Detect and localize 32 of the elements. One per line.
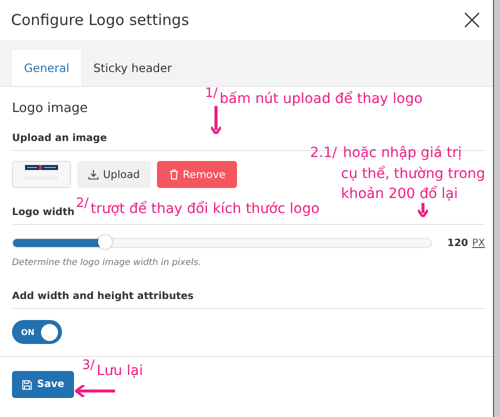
- upload-button[interactable]: Upload: [77, 161, 151, 188]
- close-icon[interactable]: [463, 11, 481, 29]
- toggle-switch[interactable]: ON: [12, 320, 62, 344]
- help-text: Determine the logo image width in pixels.: [12, 258, 202, 268]
- tab[interactable]: General: [12, 50, 82, 86]
- field-label: Add width and height attributes: [12, 291, 194, 302]
- save-button[interactable]: Save: [12, 371, 74, 398]
- annotation-arrow: [75, 385, 115, 397]
- annotation-text: hoặc nhập giá trị: [342, 144, 462, 163]
- remove-button[interactable]: Remove: [156, 161, 238, 188]
- field-label: Logo width: [12, 207, 74, 218]
- annotation-number: 2/: [76, 196, 89, 211]
- unit-link[interactable]: PX: [472, 238, 485, 248]
- tab[interactable]: Sticky header: [81, 50, 184, 86]
- annotation-text: khoản 200 đổ lại: [341, 184, 459, 204]
- annotation-number: 1/: [205, 86, 218, 101]
- annotation-text: trượt để thay đổi kích thước logo: [90, 201, 320, 217]
- annotation-text: Lưu lại: [96, 363, 144, 379]
- slider-handle[interactable]: [98, 235, 112, 249]
- window-title: Configure Logo settings: [11, 11, 190, 29]
- trash-icon: [168, 169, 179, 180]
- annotation-text: cụ thể, thường trong: [341, 164, 486, 184]
- width-value: 120: [447, 238, 468, 248]
- field-label: Upload an image: [12, 133, 107, 144]
- annotation-number: 3/: [82, 358, 95, 373]
- annotation-arrow: [418, 203, 428, 217]
- section-heading: Logo image: [12, 101, 89, 116]
- annotation-number: 2.1/: [310, 144, 337, 163]
- annotation-arrow: [211, 106, 221, 134]
- save-icon: [22, 380, 32, 390]
- download-icon: [88, 169, 99, 180]
- annotation-text: bấm nút upload để thay logo: [220, 91, 423, 107]
